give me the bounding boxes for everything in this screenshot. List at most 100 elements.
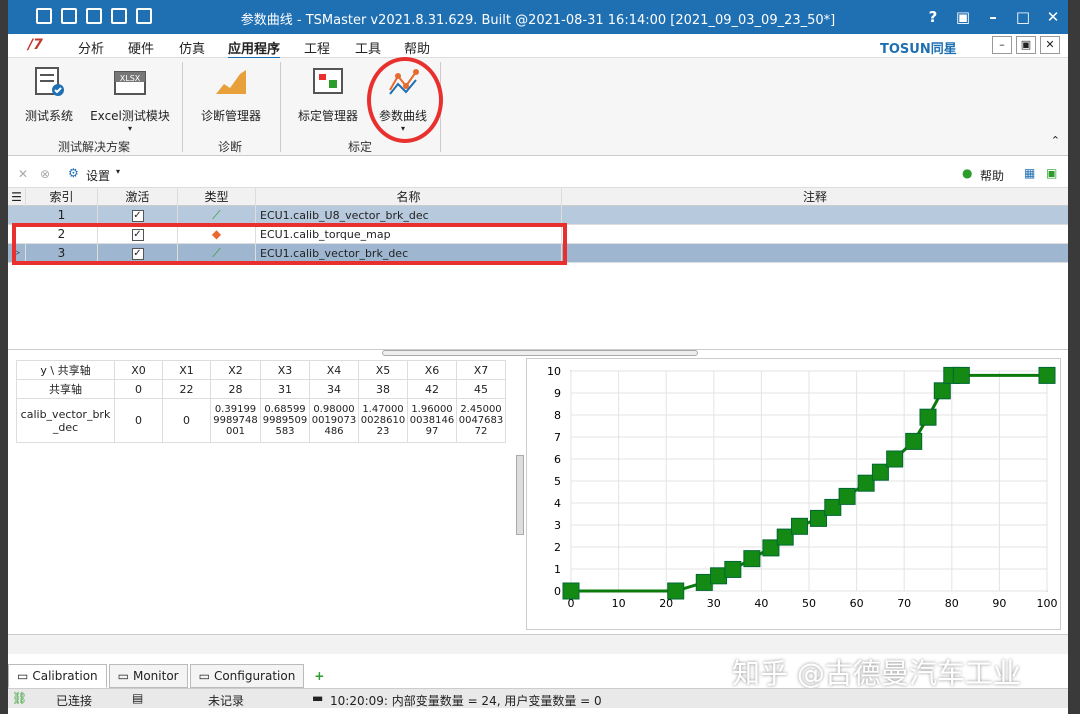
x-tick-label: 50 [802, 597, 816, 610]
data-point [933, 382, 951, 400]
tab-label: Configuration [213, 669, 296, 683]
x-tick-label: 10 [612, 597, 626, 610]
window-title: 参数曲线 - TSMaster v2021.8.31.629. Built @2… [240, 13, 836, 28]
data-point [1038, 366, 1056, 384]
window-icon: ▭ [198, 669, 210, 683]
menu-project[interactable]: 工程 [304, 38, 330, 57]
test-system-button[interactable]: 测试系统 [20, 66, 78, 124]
mdi-minimize-button[interactable]: – [992, 36, 1012, 54]
ribbon: 测试系统 XLSX Excel测试模块 ▾ 诊断管理器 标定管理器 参数曲线 ▾… [8, 58, 1068, 156]
shared-axis-cell[interactable]: 22 [162, 379, 211, 399]
data-point [919, 408, 937, 426]
shared-axis-cell[interactable]: 34 [309, 379, 359, 399]
data-point [952, 366, 970, 384]
column-header-index[interactable]: 索引 [26, 188, 98, 207]
vertical-splitter[interactable] [516, 455, 524, 535]
value-cell[interactable]: 0.39199 9989748 001 [210, 398, 261, 443]
status-bar: ⛓ 已连接 ▤ 未记录 ▬ 10:20:09: 内部变量数量 = 24, 用户变… [8, 688, 1068, 708]
calibration-manager-button[interactable]: 标定管理器 [296, 66, 360, 124]
menu-hardware[interactable]: 硬件 [128, 38, 154, 57]
row-label: calib_vector_brk_dec [16, 398, 115, 443]
info-bar [8, 634, 1068, 654]
help-button[interactable]: ? [918, 0, 948, 34]
settings-button[interactable]: 设置 [86, 167, 110, 184]
x-tick-label: 100 [1037, 597, 1058, 610]
curve-data-table: y \ 共享轴 X0 X1 X2 X3 X4 X5 X6 X7 共享轴 0 22… [16, 360, 506, 443]
menu-analysis[interactable]: 分析 [78, 38, 104, 57]
column-header-name[interactable]: 名称 [256, 188, 562, 207]
window-icon: ▭ [117, 669, 129, 683]
excel-test-module-button[interactable]: XLSX Excel测试模块 ▾ [88, 66, 172, 133]
delete-icon[interactable]: ✕ [18, 167, 28, 181]
calibration-icon [313, 68, 343, 94]
horizontal-splitter[interactable] [382, 350, 698, 356]
message-icon: ▬ [312, 691, 324, 705]
dropdown-arrow-icon: ▾ [116, 167, 121, 176]
tab-label: Monitor [132, 669, 179, 683]
clear-icon[interactable]: ⊗ [40, 167, 50, 181]
menu-help[interactable]: 帮助 [404, 38, 430, 57]
app-logo-icon[interactable]: /7 [28, 37, 43, 53]
calibration-manager-label: 标定管理器 [297, 109, 358, 123]
shared-axis-cell[interactable]: 31 [260, 379, 310, 399]
window-icon[interactable]: ▣ [1046, 166, 1057, 180]
export-icon[interactable]: ▦ [1024, 166, 1035, 180]
value-cell[interactable]: 0.68599 9989509 583 [260, 398, 310, 443]
value-cell[interactable]: 0 [162, 398, 211, 443]
row-indicator-header: ☰ [8, 188, 26, 207]
close-button[interactable]: ✕ [1038, 0, 1068, 34]
menu-bar: /7 分析 硬件 仿真 应用程序 工程 工具 帮助 TOSUN同星 – ▣ ✕ [8, 34, 1068, 59]
help-dropdown-button[interactable]: 帮助 [980, 167, 1004, 184]
dropdown-arrow-icon: ▾ [127, 124, 132, 133]
data-point [838, 487, 856, 505]
menu-simulation[interactable]: 仿真 [179, 38, 205, 57]
record-icon: ▤ [132, 691, 144, 705]
tab-configuration[interactable]: ▭ Configuration [189, 664, 305, 688]
y-tick-label: 7 [554, 431, 561, 444]
shared-axis-cell[interactable]: 42 [407, 379, 457, 399]
tab-monitor[interactable]: ▭ Monitor [108, 664, 188, 688]
shared-axis-cell[interactable]: 38 [358, 379, 408, 399]
mdi-close-button[interactable]: ✕ [1040, 36, 1060, 54]
value-cell[interactable]: 1.47000 0028610 23 [358, 398, 408, 443]
value-cell[interactable]: 1.96000 0038146 97 [407, 398, 457, 443]
excel-badge: XLSX [120, 74, 141, 83]
value-cell[interactable]: 2.45000 0047683 72 [456, 398, 506, 443]
column-header-type[interactable]: 类型 [178, 188, 256, 207]
y-tick-label: 9 [554, 387, 561, 400]
data-point [776, 528, 794, 546]
column-header-active[interactable]: 激活 [98, 188, 178, 207]
collapse-ribbon-icon[interactable]: ⌃ [1051, 134, 1060, 147]
grid-header: ☰ 索引 激活 类型 名称 注释 [8, 187, 1068, 207]
shared-axis-cell[interactable]: 0 [114, 379, 163, 399]
grid-empty-area [8, 266, 1068, 350]
column-header: X2 [210, 360, 261, 380]
annotation-circle [367, 57, 443, 143]
help-icon: ● [962, 166, 973, 180]
maximize-button[interactable]: □ [1008, 0, 1038, 34]
record-status: 未记录 [208, 694, 245, 708]
curve-chart[interactable]: 0 10 20 30 40 50 60 70 80 90 100 0 1 2 3 4 5 6 7 8 9 10 [526, 358, 1061, 630]
brand-logo: TOSUN同星 [880, 42, 957, 57]
area-chart-icon [216, 70, 246, 94]
excel-test-module-label: Excel测试模块 [90, 109, 170, 123]
shared-axis-cell[interactable]: 45 [456, 379, 506, 399]
group-label-calibration: 标定 [348, 140, 373, 154]
value-cell[interactable]: 0.98000 0019073 486 [309, 398, 359, 443]
minimize-button[interactable]: – [978, 0, 1008, 34]
diagnostic-manager-button[interactable]: 诊断管理器 [198, 66, 264, 124]
data-point [762, 539, 780, 557]
data-point [695, 573, 713, 591]
test-system-label: 测试系统 [24, 109, 73, 123]
tab-calibration[interactable]: ▭ Calibration [8, 664, 107, 688]
column-header-comment[interactable]: 注释 [562, 188, 1068, 207]
menu-applications[interactable]: 应用程序 [228, 38, 281, 59]
group-label-diagnostics: 诊断 [218, 140, 243, 154]
restore-button[interactable]: ▣ [948, 0, 978, 34]
value-cell[interactable]: 0 [114, 398, 163, 443]
ribbon-separator [280, 62, 281, 152]
mdi-restore-button[interactable]: ▣ [1016, 36, 1036, 54]
shared-axis-cell[interactable]: 28 [210, 379, 261, 399]
add-tab-button[interactable]: + [306, 664, 332, 688]
menu-tools[interactable]: 工具 [355, 38, 381, 57]
